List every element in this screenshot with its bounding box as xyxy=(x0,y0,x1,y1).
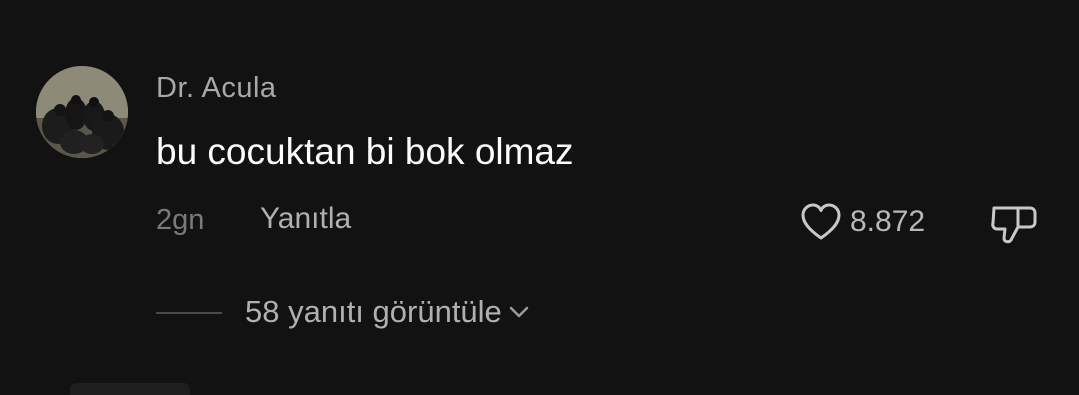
reply-button[interactable]: Yanıtla xyxy=(260,202,351,236)
view-replies-label: 58 yanıtı görüntüle xyxy=(245,294,502,329)
next-comment-avatar-peek xyxy=(70,383,190,395)
dislike-button[interactable] xyxy=(990,203,1040,245)
like-button[interactable]: 8.872 xyxy=(800,199,950,245)
like-count: 8.872 xyxy=(850,205,926,238)
chevron-down-icon xyxy=(509,306,529,318)
username[interactable]: Dr. Acula xyxy=(156,72,277,105)
comment-item: Dr. Acula bu cocuktan bi bok olmaz 2gn Y… xyxy=(0,0,1079,395)
replies-divider xyxy=(156,312,222,314)
avatar[interactable] xyxy=(36,66,128,158)
view-replies-button[interactable]: 58 yanıtı görüntüle xyxy=(245,294,530,330)
avatar-image xyxy=(36,66,128,158)
timestamp: 2gn xyxy=(156,204,205,236)
thumbs-down-icon xyxy=(991,206,1037,244)
comment-text: bu cocuktan bi bok olmaz xyxy=(156,131,574,172)
heart-icon xyxy=(801,203,841,240)
